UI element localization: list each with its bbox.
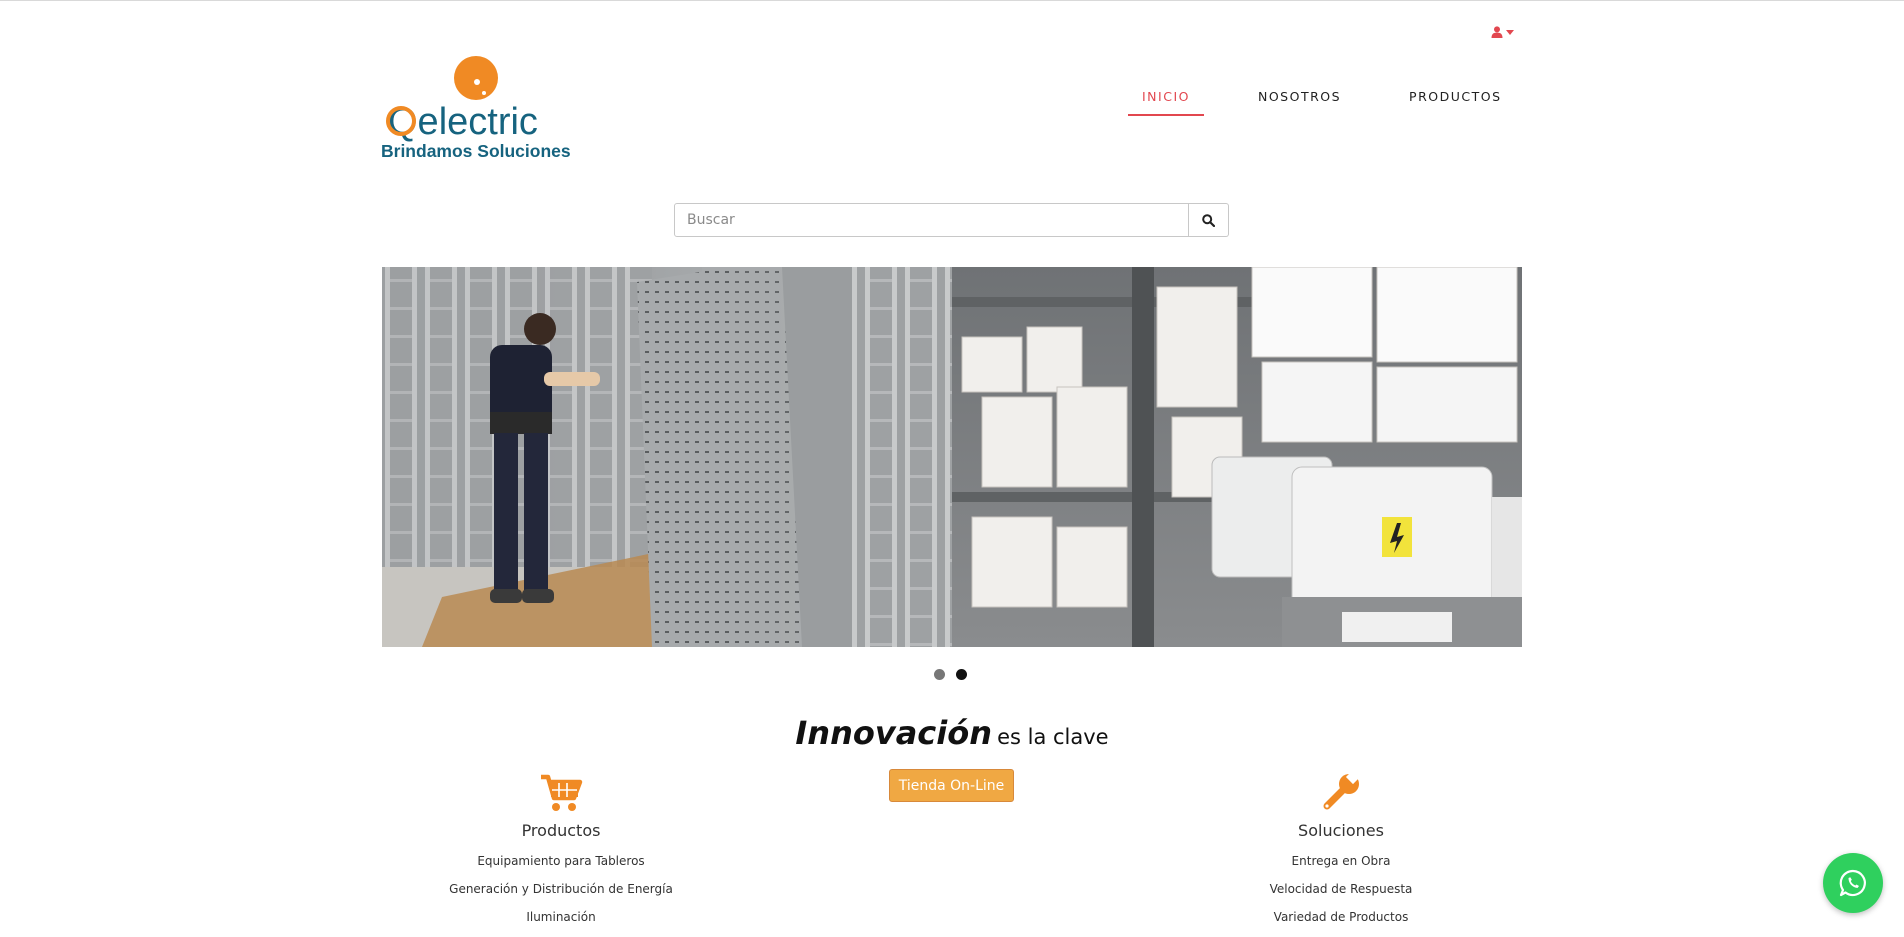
products-item-iluminacion[interactable]: Iluminación: [411, 910, 711, 924]
carousel-indicators: [934, 669, 967, 680]
headline-emphasis: Innovación: [795, 714, 992, 752]
search-button[interactable]: [1189, 203, 1229, 237]
search-bar: [674, 203, 1229, 237]
caret-down-icon: [1506, 29, 1514, 35]
products-title: Productos: [521, 821, 601, 840]
carousel-slide-image: [382, 267, 1522, 647]
products-item-tableros[interactable]: Equipamiento para Tableros: [411, 854, 711, 868]
search-icon: [1202, 213, 1215, 227]
wrench-icon: [1323, 769, 1361, 810]
search-input[interactable]: [674, 203, 1189, 237]
user-icon: [1491, 26, 1503, 38]
solutions-item-entrega[interactable]: Entrega en Obra: [1191, 854, 1491, 868]
online-store-button[interactable]: Tienda On-Line: [889, 769, 1014, 802]
products-column: Productos Equipamiento para Tableros Gen…: [411, 770, 711, 924]
user-menu[interactable]: [1491, 26, 1514, 38]
shopping-cart-icon: [541, 774, 583, 811]
solutions-column: Soluciones Entrega en Obra Velocidad de …: [1191, 769, 1491, 924]
logo-tagline: Brindamos Soluciones: [381, 141, 571, 161]
carousel-dot-2[interactable]: [956, 669, 967, 680]
nav-inicio[interactable]: INICIO: [1128, 86, 1204, 116]
logo[interactable]: Qelectric Brindamos Soluciones: [380, 52, 590, 164]
solutions-item-velocidad[interactable]: Velocidad de Respuesta: [1191, 882, 1491, 896]
nav-productos[interactable]: PRODUCTOS: [1395, 86, 1515, 116]
nav-nosotros[interactable]: NOSOTROS: [1244, 86, 1355, 116]
hero-carousel[interactable]: [382, 267, 1522, 647]
logo-brand: Qelectric: [388, 101, 538, 143]
whatsapp-button[interactable]: [1823, 853, 1883, 913]
carousel-dot-1[interactable]: [934, 669, 945, 680]
headline-rest: es la clave: [997, 725, 1109, 749]
solutions-item-variedad[interactable]: Variedad de Productos: [1191, 910, 1491, 924]
whatsapp-icon: [1839, 869, 1866, 897]
solutions-title: Soluciones: [1298, 821, 1384, 840]
headline: Innovación es la clave: [0, 714, 1904, 752]
products-item-energia[interactable]: Generación y Distribución de Energía: [411, 882, 711, 896]
main-nav: INICIO NOSOTROS PRODUCTOS: [1128, 86, 1516, 116]
top-border: [0, 0, 1904, 1]
